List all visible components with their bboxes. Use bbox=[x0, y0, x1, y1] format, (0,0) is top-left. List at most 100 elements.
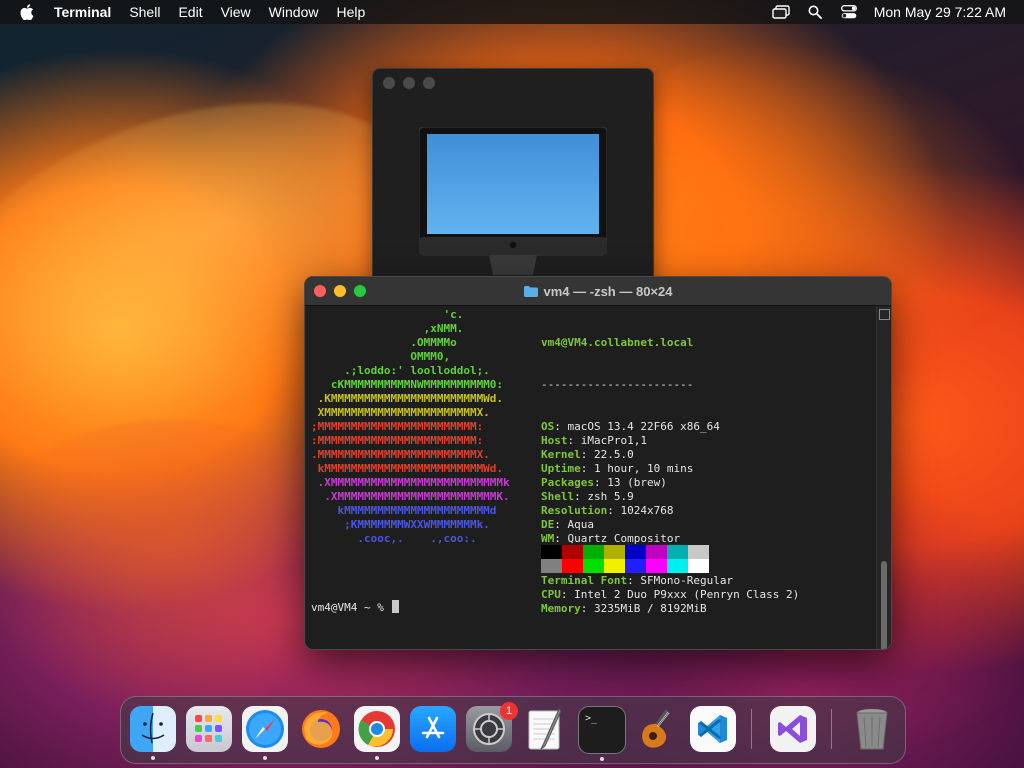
info-row: Packages: 13 (brew) bbox=[541, 476, 799, 490]
menu-shell[interactable]: Shell bbox=[129, 4, 160, 20]
ascii-line: .KMMMMMMMMMMMMMMMMMMMMMMMWd. bbox=[311, 392, 504, 405]
ascii-line: .XMMMMMMMMMMMMMMMMMMMMMMMMMMk bbox=[311, 476, 510, 489]
prompt-text: vm4@VM4 ~ % bbox=[311, 601, 391, 614]
finder-icon[interactable] bbox=[130, 706, 176, 760]
ascii-line: ;KMMMMMMMWXXWMMMMMMMk. bbox=[311, 518, 490, 531]
info-colon: : bbox=[554, 518, 568, 531]
window-title-container: vm4 — -zsh — 80×24 bbox=[305, 284, 891, 299]
running-indicator bbox=[151, 756, 155, 760]
palette-swatch bbox=[562, 545, 583, 559]
menu-window[interactable]: Window bbox=[269, 4, 319, 20]
visual-studio-icon[interactable] bbox=[770, 706, 816, 752]
ascii-line: .MMMMMMMMMMMMMMMMMMMMMMMMX. bbox=[311, 448, 490, 461]
spotlight-search-icon[interactable] bbox=[806, 4, 824, 20]
screen-mirroring-icon[interactable] bbox=[772, 4, 790, 20]
zoom-button-inactive[interactable] bbox=[423, 77, 435, 89]
dock-separator bbox=[831, 709, 832, 749]
info-colon: : bbox=[593, 476, 608, 489]
running-indicator bbox=[375, 756, 379, 760]
menu-help[interactable]: Help bbox=[336, 4, 365, 20]
info-value: 1 hour, 10 mins bbox=[594, 462, 694, 475]
apple-menu-icon[interactable] bbox=[18, 3, 36, 21]
minimize-button-inactive[interactable] bbox=[403, 77, 415, 89]
app-store-icon[interactable] bbox=[410, 706, 456, 752]
info-key: Kernel bbox=[541, 448, 581, 461]
palette-swatch bbox=[667, 545, 688, 559]
menu-view[interactable]: View bbox=[221, 4, 251, 20]
info-row: Resolution: 1024x768 bbox=[541, 504, 799, 518]
ascii-line: .;loddo:' loolloddol;. bbox=[311, 364, 490, 377]
shell-prompt[interactable]: vm4@VM4 ~ % bbox=[311, 600, 400, 615]
control-center-icon[interactable] bbox=[840, 4, 858, 20]
chrome-icon[interactable] bbox=[354, 706, 400, 760]
info-key: Uptime bbox=[541, 462, 581, 475]
safari-icon[interactable] bbox=[242, 706, 288, 760]
info-row: Uptime: 1 hour, 10 mins bbox=[541, 462, 799, 476]
imac-illustration bbox=[419, 127, 607, 275]
info-value: Aqua bbox=[567, 518, 595, 531]
scroll-marker-button[interactable] bbox=[879, 309, 890, 320]
imac-preview-window bbox=[372, 68, 654, 284]
textedit-icon[interactable] bbox=[522, 706, 568, 752]
info-key: Shell bbox=[541, 490, 575, 503]
ascii-line: 'c. bbox=[311, 308, 464, 321]
dock-separator bbox=[751, 709, 752, 749]
info-colon: : bbox=[560, 588, 575, 601]
menu-app-terminal[interactable]: Terminal bbox=[54, 4, 111, 20]
close-button-inactive[interactable] bbox=[383, 77, 395, 89]
garageband-icon[interactable] bbox=[634, 706, 680, 752]
info-key: OS bbox=[541, 420, 555, 433]
info-colon: : bbox=[554, 532, 568, 545]
ascii-line: OMMM0, bbox=[311, 350, 451, 363]
neofetch-apple-logo: 'c. ,xNMM. .OMMMMo OMMM0, .;loddo:' lool… bbox=[311, 308, 510, 546]
terminal-scrollbar[interactable] bbox=[876, 306, 891, 649]
palette-swatch bbox=[688, 545, 709, 559]
palette-swatch bbox=[583, 559, 604, 573]
info-value: macOS 13.4 22F66 x86_64 bbox=[567, 420, 720, 433]
terminal-icon-glyph: >_ bbox=[585, 713, 598, 724]
ascii-line: .XMMMMMMMMMMMMMMMMMMMMMMMMK. bbox=[311, 490, 510, 503]
trash-icon[interactable] bbox=[849, 706, 895, 752]
info-row: Host: iMacPro1,1 bbox=[541, 434, 799, 448]
ascii-line: kMMMMMMMMMMMMMMMMMMMMMMd bbox=[311, 504, 497, 517]
ascii-line: cKMMMMMMMMMMNWMMMMMMMMMM0: bbox=[311, 378, 504, 391]
system-settings-icon[interactable]: 1 bbox=[466, 702, 518, 752]
info-key: Host bbox=[541, 434, 568, 447]
info-colon: : bbox=[627, 574, 641, 587]
terminal-icon[interactable]: >_ bbox=[578, 706, 626, 761]
info-row: Kernel: 22.5.0 bbox=[541, 448, 799, 462]
running-indicator bbox=[263, 756, 267, 760]
info-colon: : bbox=[574, 490, 588, 503]
terminal-titlebar[interactable]: vm4 — -zsh — 80×24 bbox=[305, 277, 891, 306]
text-cursor bbox=[392, 600, 400, 613]
notification-badge: 1 bbox=[500, 702, 518, 720]
info-row: DE: Aqua bbox=[541, 518, 799, 532]
info-value: SFMono-Regular bbox=[640, 574, 734, 587]
palette-swatch bbox=[541, 545, 562, 559]
info-key: DE bbox=[541, 518, 555, 531]
menu-bar-clock[interactable]: Mon May 29 7:22 AM bbox=[874, 4, 1006, 20]
info-value: 13 (brew) bbox=[607, 476, 667, 489]
palette-swatch bbox=[646, 545, 667, 559]
scrollbar-thumb[interactable] bbox=[881, 561, 887, 649]
info-key: Memory bbox=[541, 602, 581, 615]
vscode-icon[interactable] bbox=[690, 706, 736, 752]
palette-swatch bbox=[604, 559, 625, 573]
menu-edit[interactable]: Edit bbox=[178, 4, 202, 20]
info-colon: : bbox=[567, 434, 581, 447]
terminal-window: vm4 — -zsh — 80×24 'c. ,xNMM. .OMMMMo OM… bbox=[304, 276, 892, 650]
palette-swatch bbox=[667, 559, 688, 573]
ascii-line: XMMMMMMMMMMMMMMMMMMMMMMMX. bbox=[311, 406, 490, 419]
info-key: Packages bbox=[541, 476, 594, 489]
ascii-line: :MMMMMMMMMMMMMMMMMMMMMMMM: bbox=[311, 434, 484, 447]
info-value: 3235MiB / 8192MiB bbox=[594, 602, 707, 615]
info-row: Memory: 3235MiB / 8192MiB bbox=[541, 602, 799, 616]
firefox-icon[interactable] bbox=[298, 706, 344, 752]
info-value: 22.5.0 bbox=[594, 448, 634, 461]
launchpad-icon[interactable] bbox=[186, 706, 232, 752]
terminal-output[interactable]: 'c. ,xNMM. .OMMMMo OMMM0, .;loddo:' lool… bbox=[305, 306, 877, 649]
info-divider: ----------------------- bbox=[541, 378, 694, 391]
info-row: OS: macOS 13.4 22F66 x86_64 bbox=[541, 420, 799, 434]
info-value: zsh 5.9 bbox=[587, 490, 634, 503]
info-value: iMacPro1,1 bbox=[580, 434, 647, 447]
